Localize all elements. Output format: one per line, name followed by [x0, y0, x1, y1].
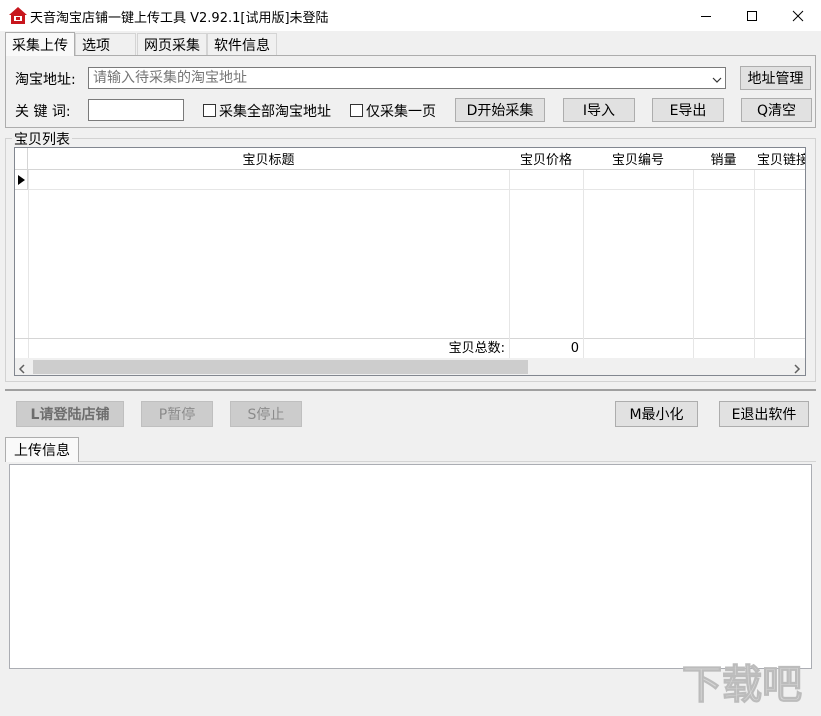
- horizontal-scrollbar[interactable]: [14, 358, 806, 376]
- tab-web-collect[interactable]: 网页采集: [137, 33, 207, 55]
- keyword-label: 关 键 词:: [15, 104, 71, 120]
- table-row[interactable]: [28, 170, 805, 190]
- grid-line: [509, 338, 510, 358]
- title-bar[interactable]: 天音淘宝店铺一键上传工具 V2.92.1[试用版]未登陆: [0, 0, 821, 31]
- collect-all-checkbox[interactable]: [203, 104, 216, 117]
- close-icon: [792, 10, 804, 21]
- scroll-thumb[interactable]: [33, 360, 528, 374]
- grid-line: [754, 338, 755, 358]
- chevron-down-icon[interactable]: [712, 73, 722, 89]
- column-header-id[interactable]: 宝贝编号: [583, 148, 694, 170]
- maximize-icon: [747, 10, 757, 21]
- scroll-left-icon[interactable]: [18, 362, 26, 378]
- grid-line: [693, 170, 694, 338]
- app-logo-icon: [9, 7, 27, 24]
- minimize-button[interactable]: M最小化: [615, 401, 698, 427]
- collect-one-page-checkbox[interactable]: [350, 104, 363, 117]
- collect-one-page-label[interactable]: 仅采集一页: [366, 101, 436, 121]
- tab-options[interactable]: 选项: [75, 33, 136, 55]
- window-title: 天音淘宝店铺一键上传工具 V2.92.1[试用版]未登陆: [30, 11, 329, 26]
- keyword-input[interactable]: [88, 99, 184, 121]
- item-list-legend: 宝贝列表: [12, 129, 72, 149]
- column-header-sales[interactable]: 销量: [693, 148, 755, 170]
- tab-upload-info[interactable]: 上传信息: [5, 437, 79, 462]
- item-grid[interactable]: 宝贝标题 宝贝价格 宝贝编号 销量 宝贝链接 宝贝总数: 0: [14, 147, 806, 359]
- grid-corner: [15, 148, 28, 170]
- watermark-logo: 下载吧: [680, 654, 810, 716]
- stop-button[interactable]: S停止: [230, 401, 302, 427]
- login-store-button[interactable]: L请登陆店铺: [16, 401, 124, 427]
- watermark-text: 下载吧: [682, 662, 802, 708]
- grid-line: [509, 170, 510, 338]
- grid-line: [583, 170, 584, 338]
- collect-all-label[interactable]: 采集全部淘宝地址: [219, 101, 331, 121]
- close-window-button[interactable]: [775, 0, 821, 31]
- scroll-right-icon[interactable]: [793, 362, 801, 378]
- grid-line: [28, 170, 29, 358]
- maximize-window-button[interactable]: [729, 0, 775, 31]
- row-header[interactable]: [15, 170, 28, 190]
- exit-software-button[interactable]: E退出软件: [719, 401, 809, 427]
- url-combobox[interactable]: [88, 67, 726, 89]
- tab-software-info[interactable]: 软件信息: [207, 33, 277, 55]
- start-collect-button[interactable]: D开始采集: [455, 98, 545, 122]
- total-value: 0: [570, 341, 579, 356]
- url-input[interactable]: [91, 69, 701, 87]
- grid-line: [693, 338, 694, 358]
- grid-line: [583, 338, 584, 358]
- minimize-icon: [701, 15, 711, 17]
- column-header-title[interactable]: 宝贝标题: [28, 148, 510, 170]
- column-header-price[interactable]: 宝贝价格: [509, 148, 584, 170]
- tab-underline: [5, 461, 816, 462]
- url-label: 淘宝地址:: [15, 72, 76, 88]
- total-label: 宝贝总数:: [448, 341, 505, 356]
- grid-divider: [15, 338, 805, 339]
- import-button[interactable]: I导入: [563, 98, 635, 122]
- address-manage-button[interactable]: 地址管理: [740, 66, 811, 90]
- pause-button[interactable]: P暂停: [141, 401, 213, 427]
- upload-log-textarea[interactable]: [9, 464, 812, 669]
- tab-collect-upload[interactable]: 采集上传: [5, 32, 75, 56]
- clear-button[interactable]: Q清空: [741, 98, 812, 122]
- row-pointer-icon: [18, 175, 25, 185]
- minimize-window-button[interactable]: [683, 0, 729, 31]
- column-header-link[interactable]: 宝贝链接: [754, 148, 805, 170]
- grid-line: [754, 170, 755, 338]
- export-button[interactable]: E导出: [652, 98, 724, 122]
